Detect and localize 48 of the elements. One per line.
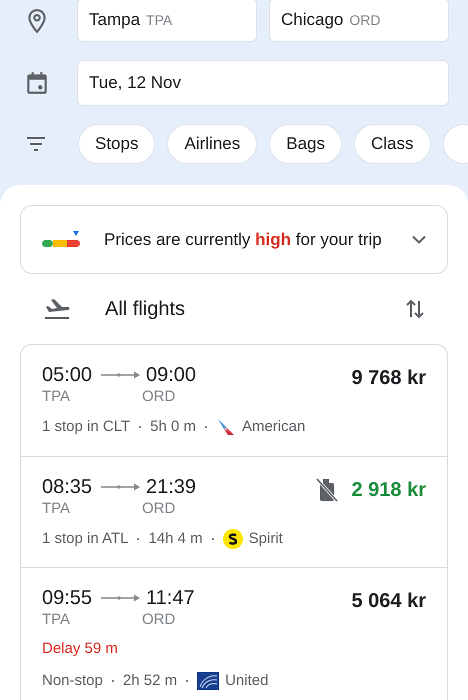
arrow-icon <box>101 371 141 379</box>
price-insight-text: Prices are currently high for your trip <box>104 228 382 251</box>
origin-code: TPA <box>42 387 72 407</box>
duration-text: 5h 0 m <box>150 417 196 437</box>
airline-name: Spirit <box>248 528 283 548</box>
chevron-icon <box>412 235 426 244</box>
price-level-icon <box>42 230 82 250</box>
departure-time: 05:00 <box>42 363 94 387</box>
origin-field[interactable]: Tampa TPA <box>77 0 257 42</box>
origin-code: TPA <box>42 498 72 518</box>
takeoff-icon <box>43 298 71 320</box>
stops-text: 1 stop in CLT <box>42 417 130 437</box>
departure-time: 09:55 <box>42 586 94 610</box>
filter-chip[interactable]: Airlines <box>167 124 258 164</box>
flight-price: 5 064 kr <box>351 589 426 614</box>
filter-chip[interactable]: Stops <box>78 124 156 164</box>
airline-name: United <box>225 670 268 690</box>
stops-text: 1 stop in ATL <box>42 528 128 548</box>
duration-text: 14h 4 m <box>148 528 203 548</box>
departure-time: 08:35 <box>42 474 94 498</box>
flight-row[interactable]: 05:00 09:00 TPA ORD 9 768 kr 1 stop in CLT 5h 0 m American <box>21 345 447 456</box>
flight-price: 9 768 kr <box>351 366 426 391</box>
airline-logo-icon <box>197 672 220 690</box>
airline-name: American <box>242 417 306 437</box>
flight-price: 2 918 kr <box>351 478 426 502</box>
arrival-time: 11:47 <box>146 586 195 610</box>
section-title: All flights <box>105 297 186 322</box>
destination-code: ORD <box>142 498 176 518</box>
flight-row[interactable]: 09:55 11:47 TPA ORD 5 064 kr Delay 59 m Non-stop 2h 52 m United <box>21 567 447 700</box>
flight-row[interactable]: 08:35 21:39 TPA ORD 2 918 kr 1 stop in ATL 14h 4 m Spirit <box>21 456 447 567</box>
stops-text: Non-stop <box>42 670 103 690</box>
filter-chip[interactable]: Class <box>354 124 430 164</box>
airline-logo-icon <box>222 528 243 549</box>
arrow-icon <box>101 594 141 602</box>
date-field[interactable]: Tue, 12 Nov <box>77 60 449 106</box>
arrival-time: 21:39 <box>146 474 196 498</box>
duration-text: 2h 52 m <box>122 670 178 690</box>
arrival-time: 09:00 <box>146 363 196 387</box>
destination-field[interactable]: Chicago ORD <box>269 0 449 42</box>
arrow-icon <box>101 482 141 490</box>
airline-logo-icon <box>216 417 236 438</box>
destination-code: ORD <box>142 610 176 630</box>
price-insight-card[interactable]: Prices are currently high for your trip <box>20 205 448 274</box>
origin-code: TPA <box>42 610 72 630</box>
delay-text: Delay 59 m <box>42 639 119 659</box>
destination-code: ORD <box>142 387 176 407</box>
sort-icon[interactable] <box>404 297 426 321</box>
filter-chip[interactable]: Bags <box>269 124 342 164</box>
